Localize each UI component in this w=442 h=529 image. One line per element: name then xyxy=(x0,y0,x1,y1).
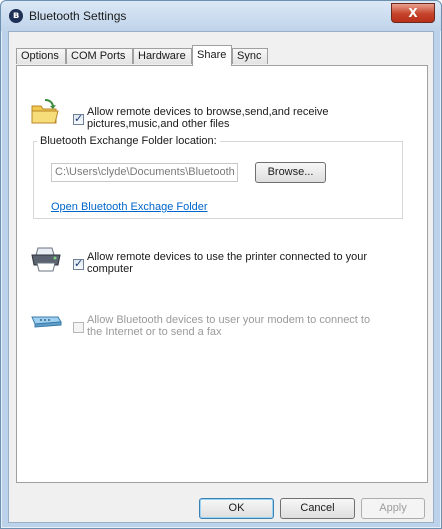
tab-options[interactable]: Options xyxy=(16,48,66,64)
ok-button[interactable]: OK xyxy=(199,498,274,519)
bluetooth-icon: ʙ xyxy=(9,9,23,23)
file-sharing-label-line2: pictures,music,and other files xyxy=(87,118,230,130)
open-exchange-folder-link[interactable]: Open Bluetooth Exchage Folder xyxy=(51,201,208,213)
modem-icon xyxy=(31,316,62,328)
exchange-folder-path-input[interactable]: C:\Users\clyde\Documents\Bluetooth Fol xyxy=(51,163,238,182)
browse-button[interactable]: Browse... xyxy=(255,162,326,183)
printer-icon xyxy=(31,247,61,272)
tab-share[interactable]: Share xyxy=(192,45,232,66)
printer-label-line1: Allow remote devices to use the printer … xyxy=(87,251,368,263)
allow-modem-checkbox[interactable] xyxy=(73,322,84,333)
exchange-folder-group-title: Bluetooth Exchange Folder location: xyxy=(37,135,220,147)
title-bar: ʙ Bluetooth Settings X xyxy=(1,1,441,31)
modem-label-line2: the Internet or to send a fax xyxy=(87,326,222,338)
share-tab-panel: Allow remote devices to browse,send,and … xyxy=(16,65,428,483)
allow-printer-checkbox[interactable] xyxy=(73,257,84,270)
printer-label-line2: computer xyxy=(87,263,133,275)
shared-folder-icon xyxy=(31,99,59,124)
bluetooth-settings-window: ʙ Bluetooth Settings X Options COM Ports… xyxy=(0,0,442,529)
tab-hardware[interactable]: Hardware xyxy=(133,48,192,64)
tab-com-ports[interactable]: COM Ports xyxy=(66,48,133,64)
modem-label-line1: Allow Bluetooth devices to user your mod… xyxy=(87,314,371,326)
close-button[interactable]: X xyxy=(391,3,435,23)
tab-sync[interactable]: Sync xyxy=(232,48,268,64)
file-sharing-label-line1: Allow remote devices to browse,send,and … xyxy=(87,106,329,118)
dialog-client-area: Options COM Ports Hardware Share Sync Al… xyxy=(8,31,434,523)
cancel-button[interactable]: Cancel xyxy=(280,498,355,519)
window-title: Bluetooth Settings xyxy=(29,9,127,23)
apply-button[interactable]: Apply xyxy=(361,498,425,519)
allow-file-sharing-checkbox[interactable] xyxy=(73,112,84,125)
